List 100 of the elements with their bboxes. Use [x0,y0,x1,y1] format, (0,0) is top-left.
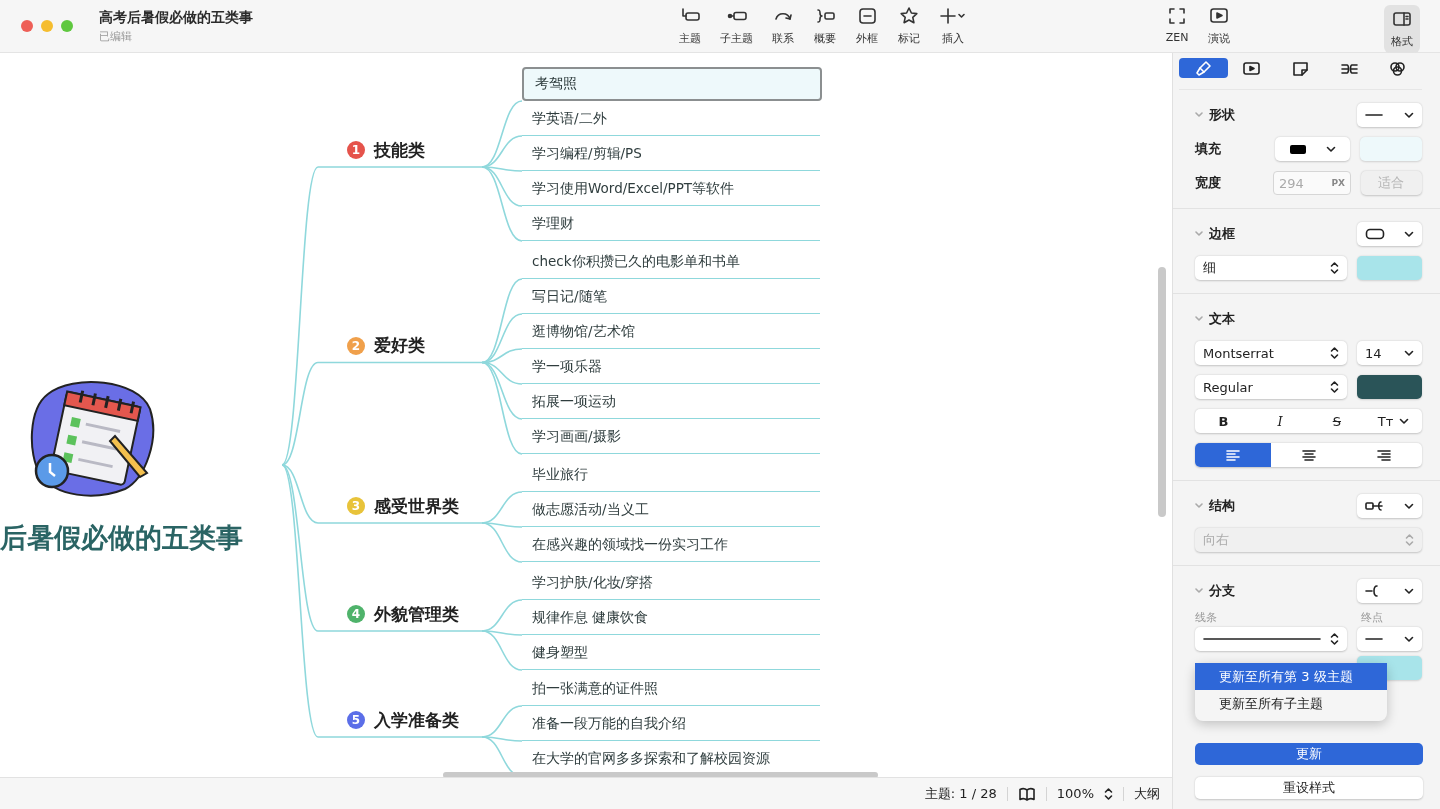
font-size-select[interactable]: 14 [1357,341,1422,365]
chevron-down-icon [1325,145,1336,153]
subtopic-button[interactable]: 子主题 [714,2,759,50]
subtopic[interactable]: 学习编程/剪辑/PS [522,137,820,171]
subtopic[interactable]: 学英语/二外 [522,102,820,136]
boundary-button[interactable]: 外框 [849,2,885,50]
line-icon [1365,637,1383,641]
section-title: 文本 [1209,310,1235,328]
width-label: 宽度 [1195,174,1222,192]
chevron-down-icon [1404,635,1414,643]
section-title: 结构 [1209,497,1235,515]
subtopic[interactable]: check你积攒已久的电影单和书单 [522,245,820,279]
branch-topic[interactable]: 技能类 [374,138,425,162]
subtopic[interactable]: 学一项乐器 [522,350,820,384]
insert-button[interactable]: 插入 [933,2,972,50]
subtopic[interactable]: 在感兴趣的领域找一份实习工作 [522,528,820,562]
line-label: 线条 [1195,610,1217,626]
bold-button[interactable]: B [1195,409,1252,433]
fill-color-swatch[interactable] [1360,137,1422,161]
outline-button[interactable]: 大纲 [1134,784,1160,803]
menu-item[interactable]: 更新至所有第 3 级主题 [1195,663,1387,690]
branch-style-dropdown[interactable] [1357,579,1422,603]
case-button[interactable]: Tᴛ [1377,413,1394,429]
number-badge: 1 [347,141,365,159]
book-icon[interactable] [1017,785,1036,802]
format-button[interactable]: 格式 [1384,5,1420,53]
subtopic[interactable]: 拓展一项运动 [522,385,820,419]
line-icon [1365,113,1383,117]
boundary-icon [857,6,877,26]
fill-label: 填充 [1195,140,1222,158]
menu-item[interactable]: 更新至所有子主题 [1195,690,1387,717]
branch-topic[interactable]: 入学准备类 [374,708,459,732]
marker-button[interactable]: 标记 [891,2,927,50]
topic-count: 主题: 1 / 28 [924,784,997,803]
chevron-down-icon [1404,502,1414,510]
border-shape-dropdown[interactable] [1357,222,1422,246]
unit-label: PX [1331,178,1345,188]
subtopic[interactable]: 逛博物馆/艺术馆 [522,315,820,349]
italic-button[interactable]: I [1251,409,1309,433]
stepper-arrows-icon [1330,632,1339,646]
subtopic[interactable]: 准备一段万能的自我介绍 [522,707,820,741]
structure-dropdown[interactable] [1357,494,1422,518]
strike-button[interactable]: S [1308,409,1366,433]
central-topic[interactable]: 后暑假必做的五类事 [0,520,243,556]
structure-icon [1365,500,1385,512]
brace-icon [815,6,835,26]
number-badge: 2 [347,336,365,355]
font-weight-select[interactable]: Regular [1195,375,1347,399]
update-button[interactable]: 更新 [1195,743,1423,765]
zoom-level[interactable]: 100% [1056,786,1094,801]
end-label: 终点 [1361,610,1383,626]
stepper-arrows-icon [1405,533,1414,547]
close-button[interactable] [21,20,33,32]
subtopic[interactable]: 学习护肤/化妆/穿搭 [522,566,820,600]
reset-style-button[interactable]: 重设样式 [1195,777,1423,799]
subtopic[interactable]: 做志愿活动/当义工 [522,493,820,527]
chevron-down-icon [1404,230,1414,238]
stepper-arrows-icon [1330,261,1339,275]
topic-button[interactable]: 主题 [672,2,708,50]
section-title: 形状 [1209,106,1235,124]
end-style-dropdown[interactable] [1357,627,1422,651]
plus-icon [939,6,966,26]
text-color-swatch[interactable] [1357,375,1422,399]
branch-topic[interactable]: 爱好类 [374,334,425,357]
section-title: 分支 [1209,582,1235,600]
window-title: 高考后暑假必做的五类事 [99,8,254,27]
brush-icon [1193,58,1213,78]
subtopic[interactable]: 写日记/随笔 [522,280,820,314]
play-icon [1209,6,1229,26]
line-style-dropdown[interactable] [1357,103,1422,127]
border-weight-select[interactable]: 细 [1195,256,1347,280]
summary-button[interactable]: 概要 [807,2,843,50]
pitch-button[interactable]: 演说 [1201,2,1237,50]
subtopic[interactable]: 学理财 [522,207,820,241]
zen-button[interactable]: ZEN [1159,2,1195,50]
subtopic[interactable]: 学习使用Word/Excel/PPT等软件 [522,172,820,206]
branch-topic[interactable]: 外貌管理类 [374,602,459,626]
number-badge: 5 [347,711,365,729]
relation-button[interactable]: 联系 [765,2,801,50]
align-left-button[interactable] [1195,443,1271,467]
horizontal-scrollbar[interactable] [443,772,878,777]
number-badge: 4 [347,605,365,623]
star-icon [899,6,919,26]
edited-status: 已编辑 [99,28,133,44]
subtopic[interactable]: 拍一张满意的证件照 [522,672,820,706]
stepper-arrows-icon [1330,346,1339,360]
border-color-swatch[interactable] [1357,256,1422,280]
subtopic[interactable]: 学习画画/摄影 [522,420,820,454]
subtopic[interactable]: 健身塑型 [522,636,820,670]
line-style-select[interactable] [1195,627,1347,651]
subtopic[interactable]: 考驾照 [522,67,822,101]
vertical-scrollbar[interactable] [1158,267,1166,517]
branch-topic[interactable]: 感受世界类 [374,494,459,518]
chevron-down-icon [1404,349,1414,357]
chevron-down-icon [1404,111,1414,119]
font-family-select[interactable]: Montserrat [1195,341,1347,365]
fill-dropdown[interactable] [1275,137,1351,161]
subtopic[interactable]: 规律作息 健康饮食 [522,601,820,635]
sidebar-icon [1392,9,1412,29]
subtopic[interactable]: 毕业旅行 [522,458,820,492]
